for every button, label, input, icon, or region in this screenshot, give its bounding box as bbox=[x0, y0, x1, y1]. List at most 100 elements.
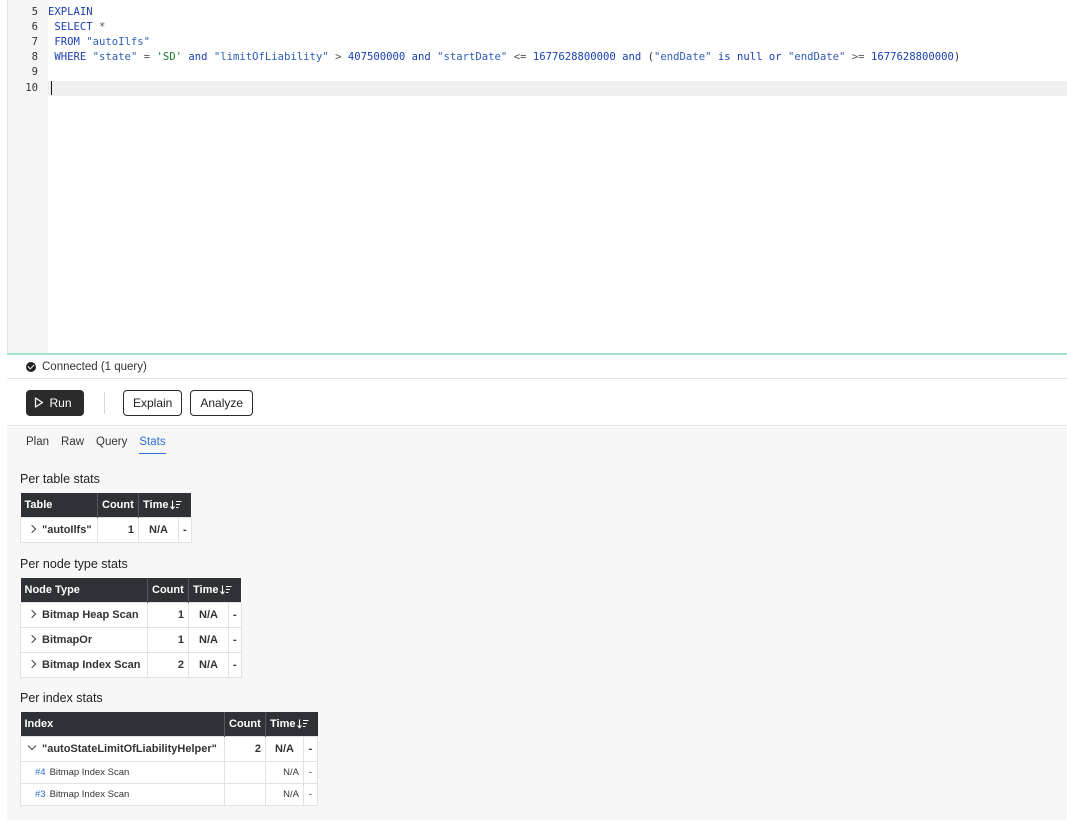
code-token: <= bbox=[507, 51, 533, 63]
row-name-cell[interactable]: BitmapOr bbox=[20, 626, 148, 653]
code-token: 1677628800000 bbox=[532, 51, 616, 63]
code-token: 407500000 bbox=[347, 51, 406, 63]
code-token: SELECT bbox=[48, 21, 93, 33]
table-row[interactable]: Bitmap Heap Scan 1 N/A - bbox=[20, 601, 242, 628]
row-name: Bitmap Index Scan bbox=[42, 658, 141, 671]
code-token: ( bbox=[641, 51, 655, 63]
run-button[interactable]: Run bbox=[26, 389, 84, 416]
code-token: "state" bbox=[92, 51, 138, 63]
table-header-row: Node Type Count Time bbox=[20, 578, 242, 602]
code-line[interactable]: WHERE "state" = 'SD' and "limitOfLiabili… bbox=[48, 50, 1067, 65]
chevron-right-icon[interactable] bbox=[27, 659, 37, 668]
code-line[interactable] bbox=[48, 65, 1067, 80]
code-area[interactable]: EXPLAIN SELECT * FROM "autoIlfs" WHERE "… bbox=[48, 0, 1067, 353]
row-name-cell[interactable]: Bitmap Index Scan bbox=[20, 651, 148, 678]
table-row[interactable]: "autoStateLimitOfLiabilityHelper" 2 N/A … bbox=[20, 735, 318, 762]
column-header-table: Table bbox=[20, 493, 98, 517]
row-count: 2 bbox=[224, 735, 266, 762]
table-row[interactable]: "autoIlfs" 1 N/A - bbox=[20, 516, 192, 543]
chevron-right-icon[interactable] bbox=[27, 634, 37, 643]
tab-plan[interactable]: Plan bbox=[26, 436, 49, 454]
sub-row-count bbox=[224, 760, 266, 784]
row-name-cell[interactable]: "autoStateLimitOfLiabilityHelper" bbox=[20, 735, 225, 762]
sub-row-extra: - bbox=[303, 760, 318, 784]
sub-row-name-cell: #4 Bitmap Index Scan bbox=[20, 760, 225, 784]
row-name-cell[interactable]: "autoIlfs" bbox=[20, 516, 98, 543]
sub-row-name: Bitmap Index Scan bbox=[49, 788, 130, 800]
node-link[interactable]: #4 bbox=[35, 767, 46, 778]
line-number: 8 bbox=[31, 51, 38, 63]
column-header-time-label: Time bbox=[193, 583, 219, 596]
chevron-right-icon[interactable] bbox=[27, 609, 37, 618]
column-header-node-type: Node Type bbox=[20, 578, 148, 602]
row-count: 1 bbox=[147, 626, 189, 653]
code-token: 1677628800000 bbox=[870, 51, 954, 63]
code-token: is null or bbox=[711, 51, 782, 63]
node-link[interactable]: #3 bbox=[35, 789, 46, 800]
code-token: WHERE bbox=[48, 51, 87, 63]
per-node-stats-table: Node Type Count Time Bitmap Heap Scan 1 … bbox=[20, 578, 242, 678]
tab-raw[interactable]: Raw bbox=[61, 436, 84, 454]
row-time: N/A bbox=[138, 516, 179, 543]
code-token: FROM bbox=[48, 36, 80, 48]
table-row[interactable]: BitmapOr 1 N/A - bbox=[20, 626, 242, 653]
code-line[interactable]: EXPLAIN bbox=[48, 5, 1067, 20]
chevron-down-icon[interactable] bbox=[27, 741, 37, 750]
per-table-stats-table: Table Count Time "autoIlfs" 1 N/A - bbox=[20, 493, 192, 543]
code-token: EXPLAIN bbox=[48, 6, 93, 18]
code-token: "autoIlfs" bbox=[86, 36, 151, 48]
text-cursor bbox=[51, 81, 52, 95]
query-toolbar: Run Explain Analyze bbox=[7, 380, 1067, 426]
row-name: BitmapOr bbox=[42, 633, 93, 646]
code-token: ) bbox=[953, 51, 961, 63]
row-name: "autoStateLimitOfLiabilityHelper" bbox=[42, 742, 217, 755]
row-time: N/A bbox=[265, 735, 304, 762]
row-time: N/A bbox=[188, 651, 229, 678]
sub-row-count bbox=[224, 782, 266, 806]
row-count: 2 bbox=[147, 651, 189, 678]
check-circle-icon bbox=[26, 361, 36, 372]
table-header-row: Index Count Time bbox=[20, 712, 318, 736]
code-token: and bbox=[615, 51, 642, 63]
row-extra: - bbox=[228, 601, 242, 628]
column-header-time[interactable]: Time bbox=[265, 712, 318, 736]
sort-desc-icon bbox=[170, 500, 182, 510]
column-header-time[interactable]: Time bbox=[138, 493, 192, 517]
results-panel: Plan Raw Query Stats Per table stats Tab… bbox=[7, 427, 1067, 820]
code-line[interactable]: FROM "autoIlfs" bbox=[48, 35, 1067, 50]
connection-status: Connected (1 query) bbox=[7, 355, 1067, 379]
play-icon bbox=[35, 397, 44, 408]
column-header-count: Count bbox=[147, 578, 189, 602]
code-line[interactable]: SELECT * bbox=[48, 20, 1067, 35]
chevron-right-icon[interactable] bbox=[27, 524, 37, 533]
code-line-active[interactable] bbox=[48, 81, 1067, 96]
row-count: 1 bbox=[147, 601, 189, 628]
code-token: "endDate" bbox=[788, 51, 846, 63]
line-number: 5 bbox=[31, 6, 38, 18]
code-token: "endDate" bbox=[654, 51, 712, 63]
sub-row-name-cell: #3 Bitmap Index Scan bbox=[20, 782, 225, 806]
sql-editor[interactable]: 5 6 7 8 9 10 EXPLAIN SELECT * FROM "auto… bbox=[7, 0, 1067, 353]
analyze-button[interactable]: Analyze bbox=[190, 389, 254, 416]
code-token: and bbox=[181, 51, 208, 63]
row-extra: - bbox=[228, 651, 242, 678]
status-text: Connected (1 query) bbox=[42, 360, 147, 373]
tab-stats[interactable]: Stats bbox=[139, 436, 166, 454]
row-name: Bitmap Heap Scan bbox=[42, 608, 139, 621]
explain-button[interactable]: Explain bbox=[123, 389, 183, 416]
per-table-stats-title: Per table stats bbox=[20, 472, 100, 486]
table-row[interactable]: Bitmap Index Scan 2 N/A - bbox=[20, 651, 242, 678]
line-number: 6 bbox=[31, 21, 38, 33]
index-node-row: #3 Bitmap Index Scan N/A - bbox=[20, 782, 318, 806]
row-count: 1 bbox=[97, 516, 139, 543]
line-number-gutter: 5 6 7 8 9 10 bbox=[8, 0, 48, 353]
sub-row-extra: - bbox=[303, 782, 318, 806]
table-header-row: Table Count Time bbox=[20, 493, 192, 517]
tab-query[interactable]: Query bbox=[96, 436, 127, 454]
code-token: and bbox=[405, 51, 431, 63]
row-extra: - bbox=[178, 516, 192, 543]
per-index-stats-table: Index Count Time "autoStateLimitOfLiabil… bbox=[20, 712, 318, 806]
column-header-time[interactable]: Time bbox=[188, 578, 242, 602]
row-name-cell[interactable]: Bitmap Heap Scan bbox=[20, 601, 148, 628]
row-name: "autoIlfs" bbox=[42, 523, 92, 536]
